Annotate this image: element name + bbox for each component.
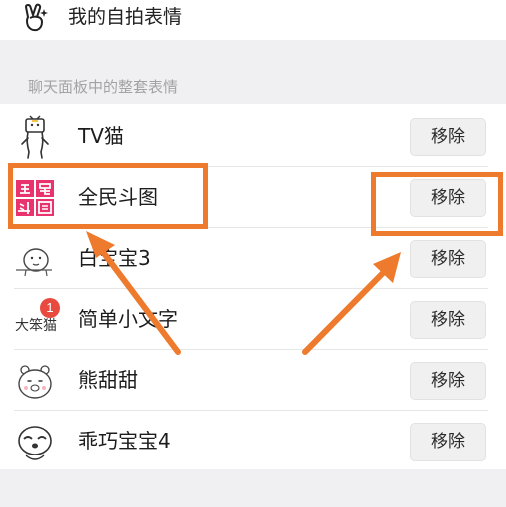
sticker-set-name: 白宝宝3 [78,246,151,270]
my-selfie-stickers-row[interactable]: 我的自拍表情 [0,0,506,40]
sticker-set-row-tv-cat: TV猫 移除 [0,106,506,167]
bottom-spacer [0,469,506,507]
sticker-set-row-bai-baobao: 白宝宝3 移除 [0,228,506,289]
sticker-set-name: 乖巧宝宝4 [78,429,171,453]
remove-button[interactable]: 移除 [410,362,486,400]
remove-button[interactable]: 移除 [410,301,486,339]
guaiqiao-baobao-sticker-icon [12,419,58,465]
sticker-set-name: 全民斗图 [78,185,158,209]
my-selfie-stickers-label: 我的自拍表情 [68,6,183,28]
svg-text:大笨猫: 大笨猫 [15,318,57,334]
sticker-set-name: 熊甜甜 [78,368,138,392]
victory-hand-sparkle-icon [22,3,50,33]
quanmin-doutu-logo-icon [12,175,58,221]
bear-tiantian-sticker-icon [12,358,58,404]
sticker-set-row-bear-tiantian: 熊甜甜 移除 [0,350,506,411]
sticker-set-name: TV猫 [78,124,124,148]
notification-badge: 1 [40,298,60,318]
tv-cat-sticker-icon [12,114,58,160]
sticker-set-name: 简单小文字 [78,307,178,331]
sticker-set-row-jiandan-xiaowenzi: 大笨猫 简单小文字 移除 [0,289,506,350]
remove-button[interactable]: 移除 [410,118,486,156]
bai-baobao-sticker-icon [12,236,58,282]
sticker-set-row-quanmin-doutu: 全民斗图 移除 [0,167,506,228]
remove-button[interactable]: 移除 [410,240,486,278]
sticker-set-list: TV猫 移除 全民斗图 移除 白宝宝3 移除 大笨猫 简单小文字 移除 熊甜甜 … [0,104,506,469]
sticker-set-row-guaiqiao-baobao: 乖巧宝宝4 移除 [0,411,506,472]
remove-button[interactable]: 移除 [410,179,486,217]
remove-button[interactable]: 移除 [410,423,486,461]
section-header: 聊天面板中的整套表情 [28,78,179,96]
